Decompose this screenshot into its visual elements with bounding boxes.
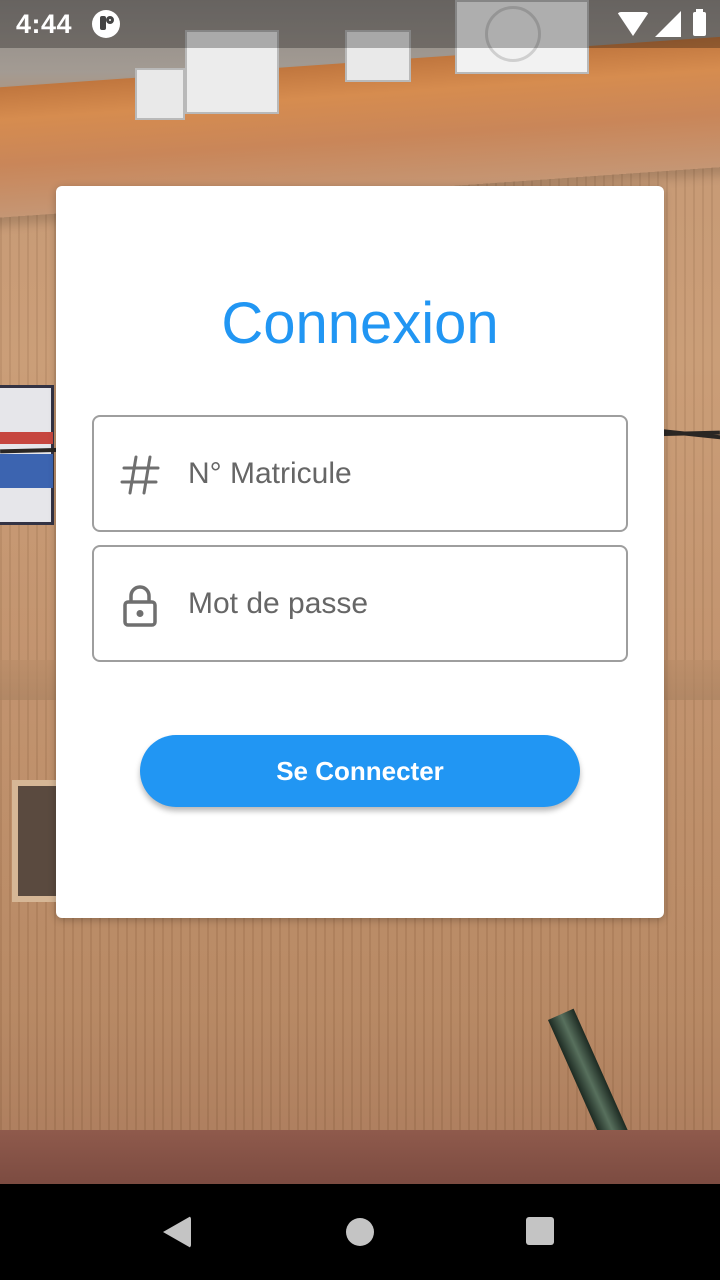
- lock-icon: [120, 583, 160, 627]
- wifi-icon: [617, 12, 649, 36]
- app-notification-icon: [92, 10, 120, 38]
- password-field[interactable]: [92, 545, 628, 662]
- matricule-input[interactable]: [188, 417, 608, 530]
- background-ac-unit: [135, 68, 185, 120]
- back-icon[interactable]: [163, 1216, 191, 1248]
- login-button[interactable]: Se Connecter: [140, 735, 580, 807]
- password-input[interactable]: [188, 547, 608, 660]
- hash-icon: [120, 453, 160, 497]
- login-title: Connexion: [221, 291, 499, 356]
- status-bar: 4:44: [0, 0, 720, 48]
- home-icon[interactable]: [346, 1218, 374, 1246]
- status-indicators: [617, 9, 706, 38]
- status-time: 4:44: [16, 9, 73, 39]
- battery-icon: [693, 9, 706, 36]
- signal-icon: [655, 11, 681, 37]
- login-screen: 4:44 Connexion N° Matricule Se Connecter: [0, 0, 720, 1280]
- background-sign: [0, 385, 54, 525]
- background-base: [0, 1130, 720, 1184]
- recents-icon[interactable]: [526, 1217, 554, 1245]
- matricule-field[interactable]: [92, 415, 628, 532]
